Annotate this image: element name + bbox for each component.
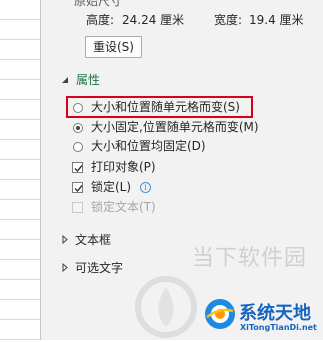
locked-label[interactable]: 锁定(L) — [91, 179, 131, 195]
print-object-label[interactable]: 打印对象(P) — [91, 159, 156, 175]
width-value: 19.4 厘米 — [249, 13, 304, 27]
brand-logo-icon — [205, 299, 235, 329]
collapsed-arrow-icon[interactable] — [62, 235, 68, 244]
width-label: 宽度: — [214, 13, 243, 27]
spreadsheet-grid — [0, 0, 40, 340]
locked-checkbox[interactable] — [72, 182, 83, 193]
textbox-section-title[interactable]: 文本框 — [75, 232, 111, 248]
watermark-site-text: 当下软件园 — [192, 246, 308, 271]
height-value: 24.24 厘米 — [122, 13, 185, 27]
option-fixed-label[interactable]: 大小和位置均固定(D) — [91, 138, 206, 154]
option-move-no-size-label[interactable]: 大小固定,位置随单元格而变(M) — [91, 119, 259, 135]
brand-name-cn: 系统天地 — [239, 303, 311, 324]
original-size-heading: 原始尺寸 — [74, 0, 123, 8]
annotation-highlight-box — [66, 96, 253, 118]
properties-title[interactable]: 属性 — [76, 72, 100, 88]
lock-text-checkbox — [72, 202, 83, 213]
brand-name-en: XiTongTianDi.net — [240, 323, 317, 332]
print-object-checkbox[interactable] — [72, 162, 83, 173]
checkmark-icon — [74, 185, 83, 193]
reset-button[interactable]: 重设(S) — [85, 36, 142, 58]
info-icon[interactable]: i — [140, 182, 151, 193]
radio-move-no-size[interactable] — [73, 123, 83, 133]
watermark-logo-icon — [135, 276, 197, 338]
lock-text-label: 锁定文本(T) — [91, 200, 156, 214]
collapsed-arrow-icon[interactable] — [62, 263, 68, 272]
alt-text-section-title[interactable]: 可选文字 — [75, 260, 123, 276]
checkmark-icon — [74, 165, 83, 173]
expanded-arrow-icon[interactable] — [61, 76, 69, 84]
radio-fixed[interactable] — [73, 142, 83, 152]
height-label: 高度: — [86, 13, 115, 27]
